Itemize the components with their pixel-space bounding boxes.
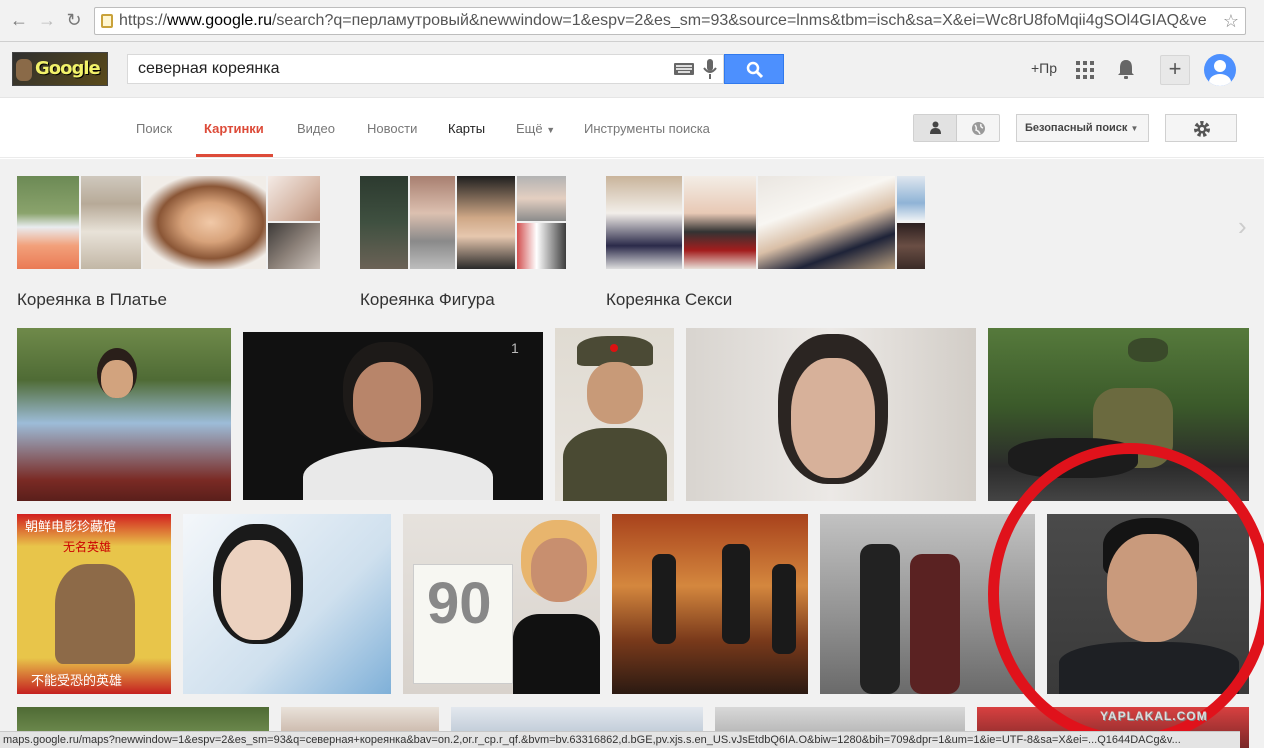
image-result[interactable] xyxy=(183,514,391,694)
search-icon xyxy=(746,61,764,79)
related-label: Кореянка Секси xyxy=(606,290,733,309)
share-plus-button[interactable]: + xyxy=(1160,55,1190,85)
related-thumb xyxy=(268,223,320,269)
account-avatar[interactable] xyxy=(1204,54,1236,86)
private-results-button[interactable] xyxy=(914,115,957,141)
person-icon xyxy=(930,121,941,134)
google-header: Google северная кореянка +Пр + xyxy=(0,42,1264,115)
related-label: Кореянка в Платье xyxy=(17,290,167,309)
image-result[interactable]: 90 xyxy=(403,514,600,694)
related-thumb xyxy=(410,176,455,269)
related-thumb xyxy=(897,223,925,269)
tab-more-label: Ещё xyxy=(516,121,543,136)
url-host: www.google.ru xyxy=(167,12,272,29)
tab-video[interactable]: Видео xyxy=(297,121,335,136)
google-plus-link[interactable]: +Пр xyxy=(1031,60,1057,76)
related-thumb xyxy=(758,176,895,269)
tab-search[interactable]: Поиск xyxy=(136,121,172,136)
keyboard-icon[interactable] xyxy=(674,62,694,80)
globe-icon[interactable] xyxy=(971,121,986,136)
bookmark-star-icon[interactable]: ☆ xyxy=(1223,8,1239,34)
search-input[interactable]: северная кореянка xyxy=(127,54,724,84)
related-thumb xyxy=(268,176,320,221)
forward-icon[interactable]: → xyxy=(36,9,58,31)
gear-icon xyxy=(1194,121,1210,137)
lock-icon xyxy=(101,14,113,28)
chevron-down-icon: ▼ xyxy=(546,125,556,135)
poster-subtitle: 不能受恐的英雄 xyxy=(31,673,123,688)
related-thumb xyxy=(81,176,141,269)
related-thumb xyxy=(897,176,925,221)
browser-toolbar: ← → ↻ https://www.google.ru/search?q=пер… xyxy=(0,0,1264,42)
back-icon[interactable]: ← xyxy=(8,9,30,31)
google-doodle-logo[interactable]: Google xyxy=(12,52,108,86)
related-thumb xyxy=(360,176,408,269)
related-thumb xyxy=(517,176,566,221)
safe-search-label: Безопасный поиск xyxy=(1025,122,1128,134)
related-thumb xyxy=(606,176,682,269)
address-bar[interactable]: https://www.google.ru/search?q=перламутр… xyxy=(94,7,1246,35)
results-filter-toggle[interactable] xyxy=(913,114,1000,142)
tab-images[interactable]: Картинки xyxy=(204,121,264,136)
red-circle-annotation xyxy=(988,443,1264,745)
chevron-right-icon[interactable]: › xyxy=(1238,211,1247,242)
poster-title: 无名英雄 xyxy=(63,540,112,554)
logo-text: Google xyxy=(35,58,101,79)
image-result[interactable]: 1 xyxy=(243,332,543,500)
status-bar: maps.google.ru/maps?newwindow=1&espv=2&e… xyxy=(0,731,1240,748)
tab-more[interactable]: Ещё ▼ xyxy=(516,121,555,136)
chevron-down-icon: ▼ xyxy=(1130,124,1139,133)
search-button[interactable] xyxy=(724,54,784,84)
image-result[interactable] xyxy=(686,328,976,501)
logo-face xyxy=(16,59,32,81)
notifications-bell-icon[interactable] xyxy=(1116,58,1136,80)
image-result[interactable] xyxy=(612,514,808,694)
image-result[interactable]: 朝鲜电影珍藏馆 无名英雄 不能受恐的英雄 xyxy=(17,514,171,694)
search-tabs-bar: Поиск Картинки Видео Новости Карты Ещё ▼… xyxy=(0,99,1264,158)
active-tab-indicator xyxy=(196,154,273,157)
url-path: /search?q=перламутровый&newwindow=1&espv… xyxy=(271,12,1207,29)
search-query: северная кореянка xyxy=(138,60,280,77)
tab-search-tools[interactable]: Инструменты поиска xyxy=(584,121,710,136)
related-thumb xyxy=(684,176,756,269)
reload-icon[interactable]: ↻ xyxy=(63,9,85,31)
related-thumb xyxy=(17,176,79,269)
poster-text: 朝鲜电影珍藏馆 xyxy=(25,519,117,534)
safe-search-dropdown[interactable]: Безопасный поиск ▼ xyxy=(1016,114,1149,142)
image-result[interactable] xyxy=(17,328,231,501)
related-thumb xyxy=(143,176,266,269)
channel-logo-icon: 1 xyxy=(511,340,519,356)
url-scheme: https:// xyxy=(119,12,168,29)
tab-maps[interactable]: Карты xyxy=(448,121,485,136)
settings-button[interactable] xyxy=(1165,114,1237,142)
apps-grid-icon[interactable] xyxy=(1076,61,1094,79)
related-thumb xyxy=(517,223,566,269)
related-searches: Кореянка в Платье Кореянка Фигура Кореян… xyxy=(0,159,1264,310)
watermark: YAPLAKAL.COM xyxy=(1100,709,1208,723)
tab-news[interactable]: Новости xyxy=(367,121,417,136)
related-label: Кореянка Фигура xyxy=(360,290,495,309)
calendar-number: 90 xyxy=(427,571,492,636)
microphone-icon[interactable] xyxy=(703,59,717,84)
image-result[interactable] xyxy=(555,328,674,501)
related-thumb xyxy=(457,176,515,269)
